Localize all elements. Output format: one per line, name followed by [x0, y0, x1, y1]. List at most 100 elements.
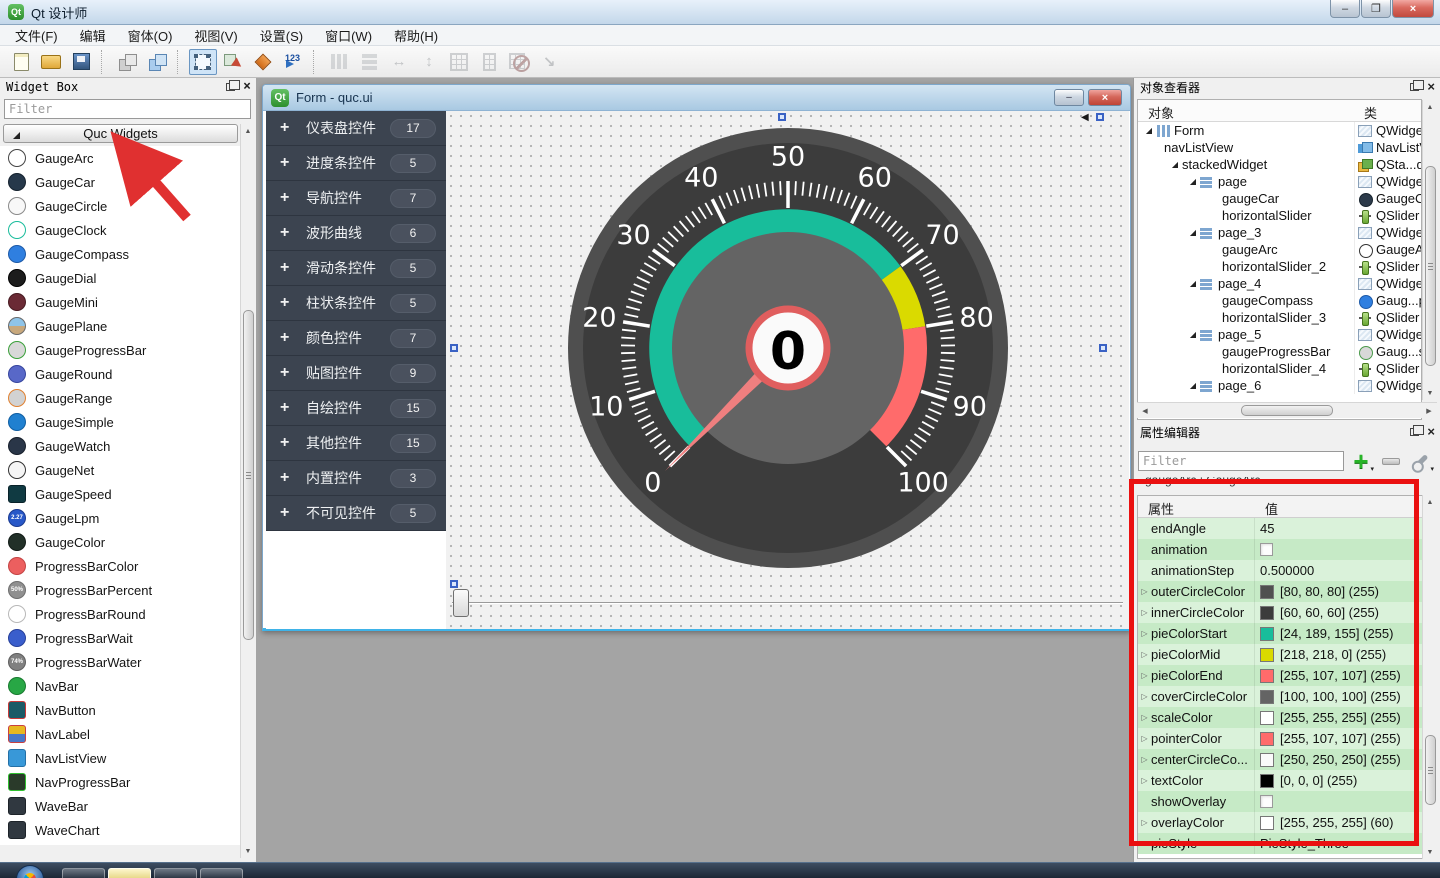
tree-row[interactable]: horizontalSlider_2 QSlider	[1138, 258, 1421, 275]
tab-order-icon[interactable]	[279, 49, 307, 75]
expander-icon[interactable]: ◢	[1186, 381, 1200, 390]
property-value[interactable]: [0, 0, 0] (255)	[1255, 773, 1422, 788]
form-window[interactable]: Qt Form - quc.ui – × + 仪表盘控件 17 + 进度条控件 …	[262, 84, 1131, 631]
widget-list-item[interactable]: GaugeArc	[0, 146, 240, 170]
menu-item[interactable]: 编辑	[69, 24, 117, 47]
property-row[interactable]: ▷ pieColorEnd [255, 107, 107] (255)	[1138, 665, 1422, 686]
prop-expand-icon[interactable]: ▷	[1138, 671, 1151, 680]
property-value[interactable]: [255, 107, 107] (255)	[1255, 731, 1422, 746]
expander-icon[interactable]: ◢	[1168, 160, 1182, 169]
expander-icon[interactable]: ◢	[1186, 330, 1200, 339]
buddy-editor-icon[interactable]	[249, 49, 277, 75]
expander-icon[interactable]: ◢	[1186, 228, 1200, 237]
nav-item[interactable]: + 自绘控件 15	[266, 391, 446, 426]
nav-item[interactable]: + 颜色控件 7	[266, 321, 446, 356]
prop-expand-icon[interactable]: ▷	[1138, 734, 1151, 743]
widget-list-item[interactable]: GaugeSimple	[0, 410, 240, 434]
prop-expand-icon[interactable]: ▷	[1138, 755, 1151, 764]
tree-row[interactable]: horizontalSlider_4 QSlider	[1138, 360, 1421, 377]
gauge-arc-widget[interactable]: 01020304050607080901000	[558, 118, 1018, 578]
widget-list-item[interactable]: WaveBar	[0, 794, 240, 818]
scroll-up-icon[interactable]: ▲	[1423, 100, 1437, 114]
scroll-right-icon[interactable]: ▶	[1423, 404, 1435, 418]
tree-row[interactable]: navListView NavListV	[1138, 139, 1421, 156]
close-panel-icon[interactable]: ×	[243, 82, 251, 92]
nav-item[interactable]: + 进度条控件 5	[266, 146, 446, 181]
selection-handle-bottom-left[interactable]	[450, 580, 458, 588]
widget-list-item[interactable]: 2.27 GaugeLpm	[0, 506, 240, 530]
property-value[interactable]	[1255, 543, 1422, 556]
widget-list-item[interactable]: ProgressBarWait	[0, 626, 240, 650]
prop-expand-icon[interactable]: ▷	[1138, 587, 1151, 596]
prop-expand-icon[interactable]: ▷	[1138, 650, 1151, 659]
property-value[interactable]: [255, 255, 255] (255)	[1255, 710, 1422, 725]
nav-item[interactable]: + 贴图控件 9	[266, 356, 446, 391]
selection-handle-top-right[interactable]	[1096, 113, 1104, 121]
property-row[interactable]: ▷ centerCircleCo... [250, 250, 250] (255…	[1138, 749, 1422, 770]
property-value[interactable]: [218, 218, 0] (255)	[1255, 647, 1422, 662]
widget-list-item[interactable]: WaveChart	[0, 818, 240, 842]
property-row[interactable]: pieStyle PieStyle_Three	[1138, 833, 1422, 854]
nav-item[interactable]: + 内置控件 3	[266, 461, 446, 496]
close-button[interactable]: ×	[1392, 0, 1434, 18]
property-value[interactable]: PieStyle_Three	[1255, 836, 1422, 851]
taskbar-item[interactable]	[62, 868, 105, 878]
widget-list-item[interactable]: GaugeCompass	[0, 242, 240, 266]
menu-item[interactable]: 视图(V)	[183, 24, 248, 47]
form-title-bar[interactable]: Qt Form - quc.ui – ×	[263, 85, 1130, 111]
widget-list-item[interactable]: GaugeCircle	[0, 194, 240, 218]
nav-item[interactable]: + 仪表盘控件 17	[266, 111, 446, 146]
widget-list-scrollbar[interactable]: ▲ ▼	[240, 124, 255, 858]
widget-list-item[interactable]: GaugeRound	[0, 362, 240, 386]
property-table-vscrollbar[interactable]: ▲ ▼	[1422, 495, 1437, 859]
taskbar-item[interactable]	[154, 868, 197, 878]
widget-list-item[interactable]: GaugeMini	[0, 290, 240, 314]
widget-list-item[interactable]: NavLabel	[0, 722, 240, 746]
widget-list-item[interactable]: GaugeRange	[0, 386, 240, 410]
windows-taskbar[interactable]	[0, 862, 1440, 878]
split-horizontal-icon[interactable]	[385, 49, 413, 75]
form-minimize-button[interactable]: –	[1054, 89, 1084, 106]
scroll-left-icon[interactable]: ◀	[1139, 404, 1151, 418]
tree-row[interactable]: horizontalSlider QSlider	[1138, 207, 1421, 224]
prop-expand-icon[interactable]: ▷	[1138, 608, 1151, 617]
property-row[interactable]: ▷ overlayColor [255, 255, 255] (60)	[1138, 812, 1422, 833]
tree-row[interactable]: ◢ page QWidge	[1138, 173, 1421, 190]
nav-item[interactable]: + 滑动条控件 5	[266, 251, 446, 286]
property-row[interactable]: ▷ scaleColor [255, 255, 255] (255)	[1138, 707, 1422, 728]
split-vertical-icon[interactable]	[415, 49, 443, 75]
widget-list-item[interactable]: NavProgressBar	[0, 770, 240, 794]
property-value[interactable]: [60, 60, 60] (255)	[1255, 605, 1422, 620]
selection-handle-top[interactable]	[778, 113, 786, 121]
nav-item[interactable]: + 柱状条控件 5	[266, 286, 446, 321]
selection-handle-left[interactable]	[450, 344, 458, 352]
prop-expand-icon[interactable]: ▷	[1138, 776, 1151, 785]
property-row[interactable]: animationStep 0.500000	[1138, 560, 1422, 581]
form-close-button[interactable]: ×	[1088, 89, 1122, 106]
property-row[interactable]: ▷ coverCircleColor [100, 100, 100] (255)	[1138, 686, 1422, 707]
tree-row[interactable]: ◢ page_4 QWidge	[1138, 275, 1421, 292]
float-panel-icon[interactable]	[1410, 428, 1419, 436]
minimize-button[interactable]: –	[1330, 0, 1360, 18]
property-row[interactable]: ▷ innerCircleColor [60, 60, 60] (255)	[1138, 602, 1422, 623]
horizontal-slider-groove[interactable]	[452, 602, 1123, 604]
remove-dynamic-property-button[interactable]	[1378, 448, 1404, 474]
prop-expand-icon[interactable]: ▷	[1138, 692, 1151, 701]
scroll-down-icon[interactable]: ▼	[1423, 845, 1437, 859]
layout-horizontal-icon[interactable]	[355, 49, 383, 75]
save-icon[interactable]	[67, 49, 95, 75]
nav-item[interactable]: + 导航控件 7	[266, 181, 446, 216]
widget-list-item[interactable]: NavBar	[0, 674, 240, 698]
float-panel-icon[interactable]	[226, 83, 235, 91]
page-prev-icon[interactable]: ◀	[1081, 112, 1089, 123]
expander-icon[interactable]: ◢	[1186, 279, 1200, 288]
nav-item[interactable]: + 波形曲线 6	[266, 216, 446, 251]
tree-row[interactable]: ◢ stackedWidget QSta...dg	[1138, 156, 1421, 173]
overlap-squares-gray-icon[interactable]	[113, 49, 141, 75]
column-header-class[interactable]: 类	[1354, 100, 1377, 121]
tree-row[interactable]: gaugeProgressBar Gaug...s	[1138, 343, 1421, 360]
new-file-icon[interactable]	[7, 49, 35, 75]
widget-list-item[interactable]: GaugeSpeed	[0, 482, 240, 506]
overlap-squares-blue-icon[interactable]	[143, 49, 171, 75]
scrollbar-thumb[interactable]	[243, 310, 254, 640]
